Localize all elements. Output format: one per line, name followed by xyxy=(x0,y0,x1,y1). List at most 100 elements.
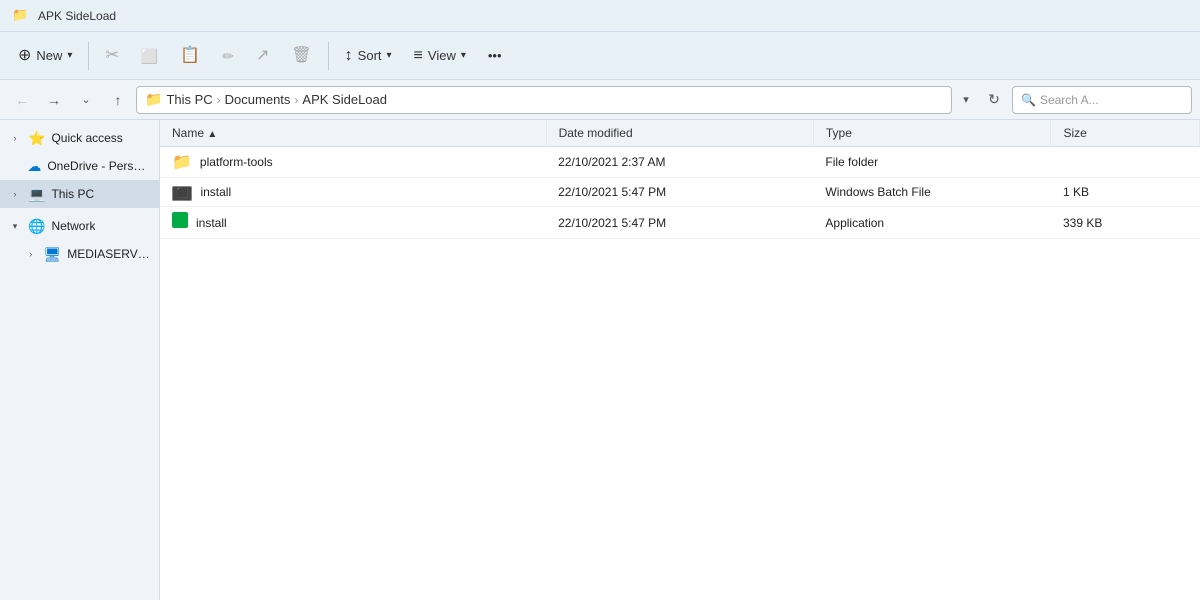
recent-button[interactable]: ⌄ xyxy=(72,86,100,114)
col-header-name[interactable]: Name xyxy=(160,120,546,147)
sidebar-item-mediaserver[interactable]: › 🖥 MEDIASERVER xyxy=(0,240,159,268)
new-button[interactable]: ⊕ New ▾ xyxy=(8,42,82,70)
new-icon: ⊕ xyxy=(18,48,31,64)
col-header-type[interactable]: Type xyxy=(813,120,1051,147)
new-chevron-icon: ▾ xyxy=(67,50,72,61)
title-bar-icon: 📁 xyxy=(12,7,30,25)
file-type: Application xyxy=(813,207,1051,239)
onedrive-icon: ☁ xyxy=(27,158,41,175)
address-bar-area: ← → ⌄ ↑ 📁 This PC › Documents › APK Side… xyxy=(0,80,1200,120)
col-header-size[interactable]: Size xyxy=(1051,120,1200,147)
file-date: 22/10/2021 5:47 PM xyxy=(546,207,813,239)
breadcrumb-documents[interactable]: Documents xyxy=(225,92,291,107)
sidebar-item-network[interactable]: ▾ 🌐 Network xyxy=(0,212,159,240)
toolbar-sep-1 xyxy=(88,42,89,70)
sort-button[interactable]: ↕ Sort ▾ xyxy=(335,42,402,70)
file-size: 339 KB xyxy=(1051,207,1200,239)
table-row[interactable]: 📁 platform-tools 22/10/2021 2:37 AM File… xyxy=(160,147,1200,178)
file-table-header: Name Date modified Type Size xyxy=(160,120,1200,147)
expand-icon: › xyxy=(8,131,22,145)
paste-icon: 📋 xyxy=(180,48,200,64)
sort-icon: ↕ xyxy=(345,48,353,64)
thispc-expand: › xyxy=(8,187,22,201)
search-box[interactable]: 🔍 Search A... xyxy=(1012,86,1192,114)
up-button[interactable]: ↑ xyxy=(104,86,132,114)
file-type: File folder xyxy=(813,147,1051,178)
rename-button[interactable]: ✏ xyxy=(212,43,244,69)
file-date: 22/10/2021 2:37 AM xyxy=(546,147,813,178)
breadcrumb-thispc[interactable]: This PC xyxy=(166,92,212,107)
sidebar-label-this-pc: This PC xyxy=(51,187,94,201)
title-bar: 📁 APK SideLoad xyxy=(0,0,1200,32)
file-icon-batch: ⬛ xyxy=(172,183,192,201)
back-button[interactable]: ← xyxy=(8,86,36,114)
address-dropdown-button[interactable]: ▾ xyxy=(956,86,976,114)
copy-button[interactable]: ⬜ xyxy=(131,43,168,69)
sidebar-label-mediaserver: MEDIASERVER xyxy=(67,247,151,261)
file-type: Windows Batch File xyxy=(813,178,1051,207)
title-bar-text: APK SideLoad xyxy=(38,9,116,23)
file-list-body: 📁 platform-tools 22/10/2021 2:37 AM File… xyxy=(160,147,1200,239)
copy-icon: ⬜ xyxy=(141,49,158,63)
breadcrumb-sep-1: › xyxy=(217,93,221,107)
file-icon-app xyxy=(172,212,188,233)
rename-icon: ✏ xyxy=(222,49,234,63)
delete-icon: 🗑 xyxy=(291,48,311,64)
file-size xyxy=(1051,147,1200,178)
file-name-cell[interactable]: ⬛ install xyxy=(160,178,546,207)
paste-button[interactable]: 📋 xyxy=(170,42,210,70)
file-date: 22/10/2021 5:47 PM xyxy=(546,178,813,207)
file-name: platform-tools xyxy=(200,155,273,169)
mediaserver-expand: › xyxy=(24,247,37,261)
file-icon-folder: 📁 xyxy=(172,152,192,172)
refresh-button[interactable]: ↻ xyxy=(980,86,1008,114)
address-folder-icon: 📁 xyxy=(145,91,162,108)
sort-label: Sort xyxy=(358,48,382,63)
sidebar-label-network: Network xyxy=(51,219,95,233)
view-icon: ≡ xyxy=(414,48,423,64)
thispc-icon: 💻 xyxy=(28,186,45,203)
network-expand: ▾ xyxy=(8,219,22,233)
table-row[interactable]: ⬛ install 22/10/2021 5:47 PM Windows Bat… xyxy=(160,178,1200,207)
cut-button[interactable]: ✂ xyxy=(95,42,128,70)
share-button[interactable]: ↗ xyxy=(246,42,279,70)
sidebar-item-onedrive[interactable]: ☁ OneDrive - Personal xyxy=(0,152,159,180)
forward-button[interactable]: → xyxy=(40,86,68,114)
network-icon: 🌐 xyxy=(28,218,45,235)
new-label: New xyxy=(36,48,62,63)
quick-access-icon: ⭐ xyxy=(28,130,45,147)
breadcrumb-folder[interactable]: APK SideLoad xyxy=(302,92,387,107)
sidebar-label-onedrive: OneDrive - Personal xyxy=(47,159,151,173)
main-layout: › ⭐ Quick access ☁ OneDrive - Personal ›… xyxy=(0,120,1200,600)
mediaserver-icon: 🖥 xyxy=(43,246,61,263)
file-table: Name Date modified Type Size 📁 xyxy=(160,120,1200,239)
breadcrumb-sep-2: › xyxy=(294,93,298,107)
file-name-cell[interactable]: install xyxy=(160,207,546,239)
col-header-date[interactable]: Date modified xyxy=(546,120,813,147)
file-area: Name Date modified Type Size 📁 xyxy=(160,120,1200,600)
search-placeholder: Search A... xyxy=(1040,93,1099,107)
sidebar: › ⭐ Quick access ☁ OneDrive - Personal ›… xyxy=(0,120,160,600)
sidebar-item-this-pc[interactable]: › 💻 This PC xyxy=(0,180,159,208)
toolbar: ⊕ New ▾ ✂ ⬜ 📋 ✏ ↗ 🗑 ↕ Sort ▾ ≡ View ▾ ••… xyxy=(0,32,1200,80)
view-chevron-icon: ▾ xyxy=(461,50,466,61)
toolbar-sep-2 xyxy=(328,42,329,70)
table-row[interactable]: install 22/10/2021 5:47 PM Application 3… xyxy=(160,207,1200,239)
file-name: install xyxy=(196,216,227,230)
search-icon: 🔍 xyxy=(1021,93,1036,107)
cut-icon: ✂ xyxy=(105,48,118,64)
file-name: install xyxy=(200,185,231,199)
sort-chevron-icon: ▾ xyxy=(387,50,392,61)
sidebar-item-quick-access[interactable]: › ⭐ Quick access xyxy=(0,124,159,152)
delete-button[interactable]: 🗑 xyxy=(281,42,321,70)
more-button[interactable]: ••• xyxy=(478,42,512,69)
sidebar-label-quick-access: Quick access xyxy=(51,131,122,145)
view-button[interactable]: ≡ View ▾ xyxy=(404,42,476,70)
address-bar[interactable]: 📁 This PC › Documents › APK SideLoad xyxy=(136,86,952,114)
share-icon: ↗ xyxy=(256,48,269,64)
file-name-cell[interactable]: 📁 platform-tools xyxy=(160,147,546,178)
onedrive-expand xyxy=(8,159,21,173)
view-label: View xyxy=(428,48,456,63)
more-icon: ••• xyxy=(488,48,502,63)
file-size: 1 KB xyxy=(1051,178,1200,207)
